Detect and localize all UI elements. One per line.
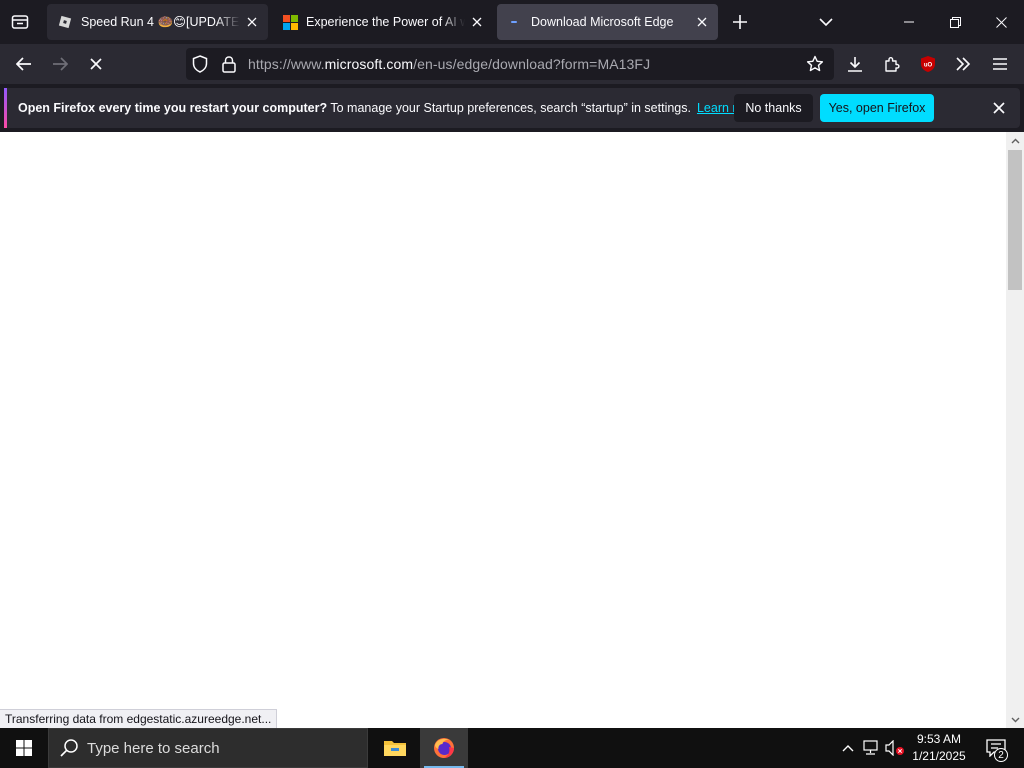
close-icon [993,102,1005,114]
url-prefix: https://www. [248,56,325,72]
yes-open-firefox-button[interactable]: Yes, open Firefox [820,94,934,122]
restore-icon [949,16,961,28]
list-all-tabs-button[interactable] [810,6,842,38]
file-explorer-taskbar-button[interactable] [371,728,419,768]
restore-button[interactable] [932,0,978,44]
notification-body-text: To manage your Startup preferences, sear… [327,101,691,115]
clock-time: 9:53 AM [916,732,962,746]
taskbar-search-box[interactable]: Type here to search [48,728,368,768]
tracking-protection-shield-icon[interactable] [192,55,208,78]
start-button[interactable] [0,728,48,768]
tab-experience-ai[interactable]: Experience the Power of AI with [272,4,493,40]
chevron-up-icon [842,745,854,752]
puzzle-piece-icon [885,57,900,72]
close-icon [995,16,1007,28]
show-hidden-icons-button[interactable] [838,728,858,768]
more-tools-button[interactable] [947,48,979,80]
network-icon [863,740,878,755]
scroll-down-button[interactable] [1006,711,1024,728]
vertical-scrollbar[interactable] [1006,132,1024,728]
firefox-taskbar-button[interactable] [420,728,468,768]
notification-count-badge: 2 [994,748,1008,762]
search-placeholder: Type here to search [87,739,220,757]
plus-icon [733,15,747,29]
folder-icon [384,741,406,756]
tab-title: Speed Run 4 🍩😊[UPDATE] [81,15,240,29]
chevron-down-icon [819,17,833,26]
url-host: microsoft.com [324,56,414,72]
navigation-toolbar: https://www.microsoft.com/en-us/edge/dow… [0,44,1024,84]
page-content: Transferring data from edgestatic.azuree… [0,132,1024,728]
minimize-button[interactable] [886,0,932,44]
close-window-button[interactable] [978,0,1024,44]
extensions-button[interactable] [876,48,908,80]
tab-speed-run[interactable]: Speed Run 4 🍩😊[UPDATE] [47,4,268,40]
new-tab-button[interactable] [724,6,756,38]
forward-button[interactable] [44,48,76,80]
windows-logo-icon [16,740,32,756]
minimize-icon [904,21,914,23]
no-thanks-button[interactable]: No thanks [734,94,813,122]
forward-arrow-icon [53,57,68,71]
address-bar[interactable]: https://www.microsoft.com/en-us/edge/dow… [186,48,834,80]
network-status-button[interactable] [860,728,882,768]
system-clock[interactable]: 9:53 AM 1/21/2025 [906,731,972,765]
close-notification-button[interactable] [989,98,1009,118]
url-text[interactable]: https://www.microsoft.com/en-us/edge/dow… [248,56,650,72]
close-tab-icon[interactable] [694,14,710,30]
microsoft-logo-icon [282,14,298,30]
double-chevron-right-icon [956,57,971,71]
back-arrow-icon [16,57,31,71]
volume-muted-icon [885,740,904,756]
tab-title: Experience the Power of AI with [306,15,465,29]
chevron-up-icon [1011,138,1019,143]
lock-icon[interactable] [222,55,236,78]
startup-notification-bar: Open Firefox every time you restart your… [4,88,1020,128]
hamburger-menu-icon [993,58,1007,70]
url-path: /en-us/edge/download?form=MA13FJ [413,56,651,72]
loading-dot-icon [507,14,523,30]
download-icon [848,57,862,72]
windows-taskbar: Type here to search 9:53 AM 1/21/2025 2 [0,728,1024,768]
app-menu-button[interactable] [984,48,1016,80]
firefox-view-button[interactable] [0,0,40,44]
firefox-view-icon [11,15,29,29]
svg-text:uO: uO [924,63,933,69]
ublock-origin-icon: uO [921,56,935,72]
bookmark-star-icon[interactable] [806,55,824,78]
back-button[interactable] [8,48,40,80]
stop-icon [90,58,102,70]
notification-bold-text: Open Firefox every time you restart your… [18,101,328,115]
notification-message: Open Firefox every time you restart your… [18,101,761,115]
action-center-button[interactable]: 2 [976,728,1016,768]
tab-strip: Speed Run 4 🍩😊[UPDATE] Experience the Po… [0,0,1024,44]
close-tab-icon[interactable] [469,14,485,30]
tab-title: Download Microsoft Edge [531,15,674,29]
tab-download-edge[interactable]: Download Microsoft Edge [497,4,718,40]
volume-button[interactable] [884,728,906,768]
status-panel: Transferring data from edgestatic.azuree… [0,709,278,728]
stop-loading-button[interactable] [80,48,112,80]
firefox-logo-icon [434,738,454,758]
ublock-origin-button[interactable]: uO [912,48,944,80]
clock-date: 1/21/2025 [912,749,966,763]
search-icon [60,739,78,757]
roblox-icon [57,14,73,30]
scroll-up-button[interactable] [1006,132,1024,149]
downloads-button[interactable] [839,48,871,80]
chevron-down-icon [1011,717,1019,722]
close-tab-icon[interactable] [244,14,260,30]
scrollbar-thumb[interactable] [1008,150,1022,290]
